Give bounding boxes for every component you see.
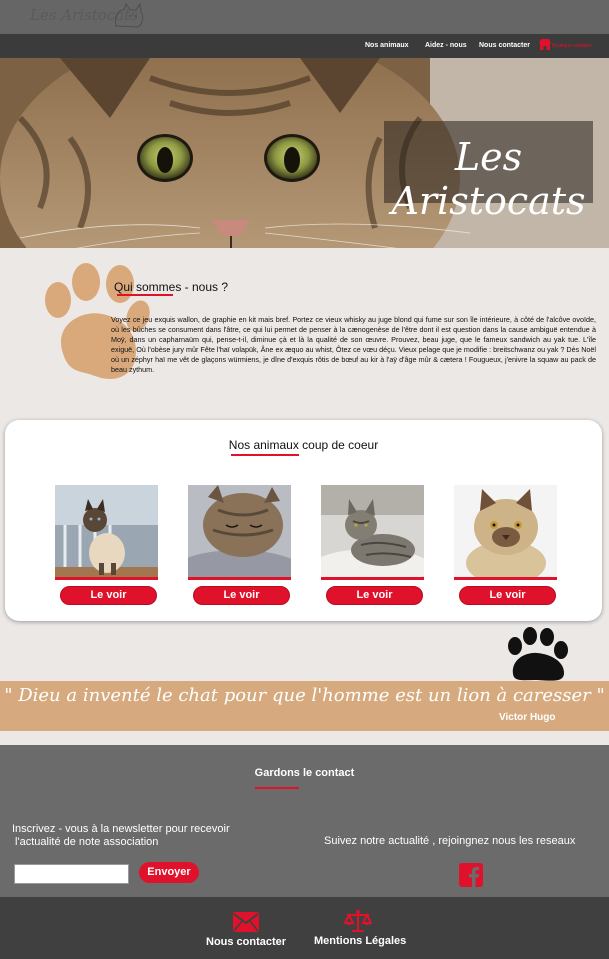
footer: Nous contacter Mentions Légales [0,897,609,959]
newsletter-email-input[interactable] [14,864,129,884]
hero-title-box: Les Aristocats [384,121,593,223]
footer-contact-link[interactable]: Nous contacter [206,936,286,948]
favorites-panel: Nos animaux coup de coeur Le voir Le voi… [5,420,602,621]
favorites-title: Nos animaux coup de coeur [228,438,379,452]
logo-strip: Les Aristocats [0,0,609,34]
paw-print-icon [508,627,568,681]
animal-card: Le voir [454,485,557,605]
main-nav: Nos animaux Aidez - nous Nous contacter … [0,34,609,58]
hero-title: Les Aristocats [391,135,586,223]
cat-sketch-icon [115,2,144,28]
british-shorthair-cat-photo[interactable] [454,485,557,580]
nav-item-store[interactable]: Boutique solidaire [539,37,601,55]
nav-item-contact[interactable]: Nous contacter [479,42,530,49]
envelope-icon[interactable] [233,912,259,932]
quote-text: " Dieu a inventé le chat pour que l'homm… [4,685,605,706]
siamese-cat-photo[interactable] [55,485,158,580]
newsletter-text: Inscrivez - vous à la newsletter pour re… [12,823,262,849]
store-icon [539,39,551,50]
quote-author: Victor Hugo [499,712,556,723]
sleeping-tabby-cat-photo[interactable] [188,485,291,580]
newsletter-line-2: l'actualité de note association [12,836,159,848]
quote-band: " Dieu a inventé le chat pour que l'homm… [0,681,609,731]
about-text: Voyez ce jeu exquis wallon, de graphie e… [111,315,596,374]
store-label: Boutique solidaire [552,43,592,49]
facebook-icon[interactable] [459,863,483,887]
newsletter-line-1: Inscrivez - vous à la newsletter pour re… [12,823,230,835]
social-text: Suivez notre actualité , rejoingnez nous… [324,835,576,847]
contact-section: Gardons le contact Inscrivez - vous à la… [0,745,609,897]
nav-item-help[interactable]: Aidez - nous [425,42,467,49]
hero-banner: Les Aristocats [0,58,609,248]
nav-item-animals[interactable]: Nos animaux [365,42,409,49]
see-animal-button[interactable]: Le voir [193,586,290,605]
contact-title: Gardons le contact [254,767,355,779]
send-button[interactable]: Envoyer [139,862,199,883]
animal-card: Le voir [321,485,424,605]
about-title-underline [117,294,173,296]
footer-legal-link[interactable]: Mentions Légales [314,935,406,947]
see-animal-button[interactable]: Le voir [459,586,556,605]
favorites-title-underline [231,454,299,456]
animal-card: Le voir [188,485,291,605]
scales-icon[interactable] [344,909,372,933]
site-logo[interactable]: Les Aristocats [30,2,150,30]
contact-title-underline [255,787,299,789]
animal-card: Le voir [55,485,158,605]
see-animal-button[interactable]: Le voir [326,586,423,605]
grey-tabby-cat-photo[interactable] [321,485,424,580]
see-animal-button[interactable]: Le voir [60,586,157,605]
about-title: Qui sommes - nous ? [114,280,229,294]
